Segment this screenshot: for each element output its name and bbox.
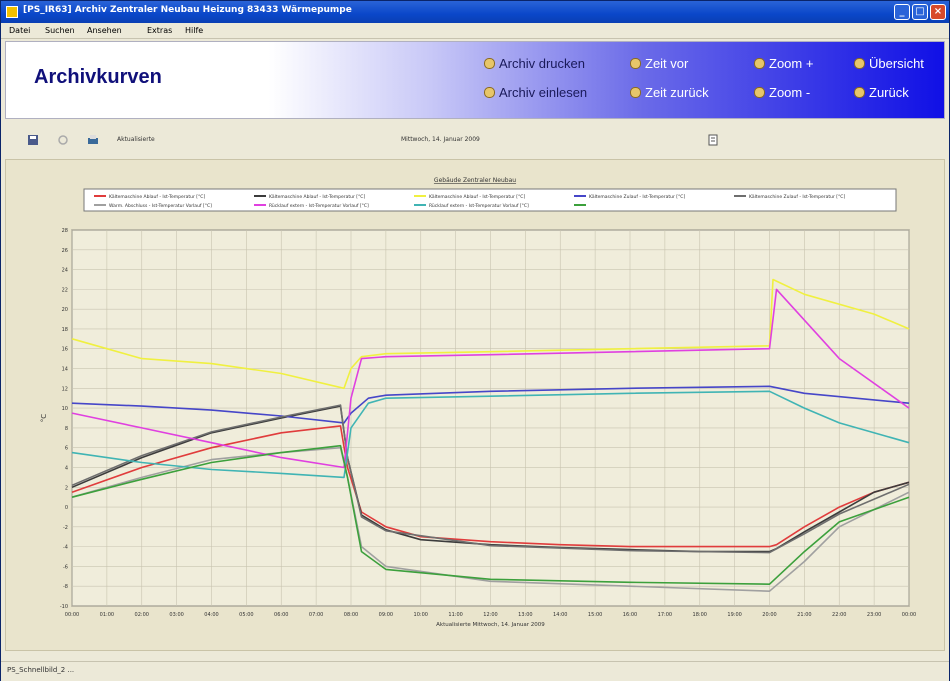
load-archive-button[interactable]: Archiv einlesen	[484, 85, 587, 100]
legend-label: Kältemaschine Ablauf - Ist-Temperatur [°…	[109, 194, 205, 200]
x-tick-label: 02:00	[135, 612, 149, 618]
app-icon	[6, 6, 18, 18]
save-icon[interactable]	[27, 134, 39, 146]
y-tick-label: 12	[62, 386, 68, 392]
status-text: PS_Schnellbild_2 ...	[7, 666, 75, 674]
x-tick-label: 17:00	[658, 612, 672, 618]
time-forward-button[interactable]: Zeit vor	[630, 56, 688, 71]
x-tick-label: 23:00	[867, 612, 881, 618]
y-tick-label: 16	[62, 347, 68, 353]
menu-item-hilfe[interactable]: Hilfe	[185, 26, 203, 35]
legend-label: Warm. Abschluss - Ist-Temperatur Vorlauf…	[109, 203, 212, 209]
overview-icon	[854, 58, 865, 70]
chart-toolbar: Aktualisierte Mittwoch, 14. Januar 2009	[5, 122, 943, 158]
legend-label: Kältemaschine Ablauf - Ist-Temperatur [°…	[429, 194, 525, 200]
x-tick-label: 19:00	[727, 612, 741, 618]
x-tick-label: 09:00	[379, 612, 393, 618]
y-tick-label: 20	[62, 307, 68, 313]
zoom-in-button[interactable]: Zoom +	[754, 56, 813, 71]
x-tick-label: 21:00	[797, 612, 811, 618]
legend-label: Kältemaschine Zulauf - Ist-Temperatur [°…	[589, 194, 685, 200]
close-button[interactable]: ×	[930, 4, 946, 20]
load-icon	[484, 87, 495, 99]
x-tick-label: 03:00	[169, 612, 183, 618]
y-tick-label: 10	[62, 406, 68, 412]
x-axis-label: Aktualisierte Mittwoch, 14. Januar 2009	[436, 622, 545, 628]
menu-item-extras[interactable]: Extras	[147, 26, 172, 35]
window-title: [PS_IR63] Archiv Zentraler Neubau Heizun…	[23, 5, 352, 15]
y-tick-label: 2	[65, 485, 68, 491]
chart-area: Gebäude Zentraler Neubau Kältemaschine Ab…	[5, 159, 945, 651]
y-tick-label: 18	[62, 327, 68, 333]
y-tick-label: 24	[62, 268, 68, 274]
y-tick-label: 0	[65, 505, 68, 511]
time-forward-icon	[630, 58, 641, 70]
zoom-in-icon	[754, 58, 765, 70]
title-bar[interactable]: [PS_IR63] Archiv Zentraler Neubau Heizun…	[1, 1, 949, 23]
back-button[interactable]: Zurück	[854, 85, 909, 100]
y-tick-label: -10	[60, 604, 68, 610]
legend-label: Kältemaschine Zulauf - Ist-Temperatur [°…	[749, 194, 845, 200]
x-tick-label: 12:00	[483, 612, 497, 618]
x-tick-label: 14:00	[553, 612, 567, 618]
chart-title: Gebäude Zentraler Neubau	[434, 177, 516, 184]
time-back-icon	[630, 87, 641, 99]
x-tick-label: 18:00	[693, 612, 707, 618]
overview-button[interactable]: Übersicht	[854, 56, 924, 71]
x-tick-label: 04:00	[204, 612, 218, 618]
toolbar-label: Aktualisierte	[117, 136, 155, 143]
y-tick-label: -4	[63, 545, 68, 551]
legend-label: Kältemaschine Ablauf - Ist-Temperatur [°…	[269, 194, 365, 200]
x-tick-label: 05:00	[239, 612, 253, 618]
toolbar-date: Mittwoch, 14. Januar 2009	[401, 136, 480, 143]
menu-item-datei[interactable]: Datei	[9, 26, 30, 35]
status-bar: PS_Schnellbild_2 ...	[1, 661, 949, 681]
print-icon	[484, 58, 495, 70]
x-tick-label: 11:00	[448, 612, 462, 618]
y-tick-label: 4	[65, 465, 68, 471]
x-tick-label: 00:00	[902, 612, 916, 618]
x-tick-label: 01:00	[100, 612, 114, 618]
menu-item-ansehen[interactable]: Ansehen	[87, 26, 122, 35]
archive-line-chart[interactable]: Gebäude Zentraler Neubau Kältemaschine Ab…	[6, 160, 944, 650]
refresh-icon[interactable]	[57, 134, 69, 146]
print-icon[interactable]	[87, 134, 99, 146]
y-tick-label: -6	[63, 564, 68, 570]
y-tick-label: 8	[65, 426, 68, 432]
menu-bar: Datei Suchen Ansehen Extras Hilfe	[1, 24, 949, 39]
zoom-out-icon	[754, 87, 765, 99]
app-window: [PS_IR63] Archiv Zentraler Neubau Heizun…	[0, 0, 950, 681]
x-tick-label: 22:00	[832, 612, 846, 618]
legend-label: Rücklauf extern - Ist-Temperatur Vorlauf…	[429, 203, 529, 209]
menu-item-suchen[interactable]: Suchen	[45, 26, 75, 35]
x-tick-label: 15:00	[588, 612, 602, 618]
y-axis-label: °C	[40, 414, 48, 423]
x-tick-label: 13:00	[518, 612, 532, 618]
page-title: Archivkurven	[34, 66, 162, 88]
legend-label: Rücklauf extern - Ist-Temperatur Vorlauf…	[269, 203, 369, 209]
time-back-button[interactable]: Zeit zurück	[630, 85, 709, 100]
x-tick-label: 10:00	[414, 612, 428, 618]
zoom-out-button[interactable]: Zoom -	[754, 85, 810, 100]
y-tick-label: 6	[65, 446, 68, 452]
maximize-button[interactable]: □	[912, 4, 928, 20]
y-tick-label: 22	[62, 287, 68, 293]
back-icon	[854, 87, 865, 99]
x-tick-label: 06:00	[274, 612, 288, 618]
y-tick-label: 26	[62, 248, 68, 254]
print-archive-button[interactable]: Archiv drucken	[484, 56, 585, 71]
x-tick-label: 00:00	[65, 612, 79, 618]
y-tick-label: 28	[62, 228, 68, 234]
header-banner: Archivkurven Archiv drucken Zeit vor Zoo…	[5, 41, 945, 119]
x-tick-label: 08:00	[344, 612, 358, 618]
x-tick-label: 20:00	[762, 612, 776, 618]
export-icon[interactable]	[707, 134, 719, 146]
y-tick-label: 14	[62, 367, 68, 373]
x-tick-label: 07:00	[309, 612, 323, 618]
minimize-button[interactable]: _	[894, 4, 910, 20]
y-tick-label: -8	[63, 584, 68, 590]
x-tick-label: 16:00	[623, 612, 637, 618]
y-tick-label: -2	[63, 525, 68, 531]
